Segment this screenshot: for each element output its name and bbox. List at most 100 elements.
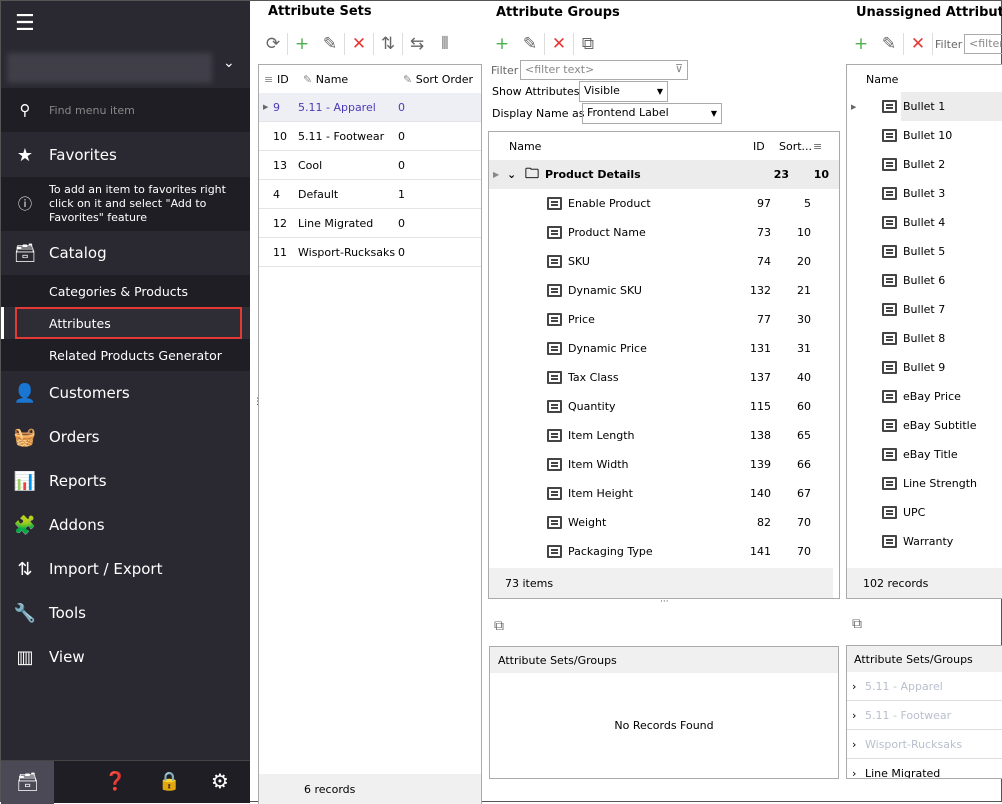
filter-input[interactable]: <filter text> ⊽: [520, 60, 688, 80]
delete-icon[interactable]: ✕: [345, 34, 373, 54]
lock-icon[interactable]: 🔒: [158, 771, 180, 792]
clear-filter-icon[interactable]: ⊽: [675, 62, 683, 75]
attribute-row[interactable]: SKU 74 20: [489, 247, 839, 276]
column-name[interactable]: Name: [489, 140, 753, 153]
attribute-row[interactable]: Bullet 7: [847, 295, 1002, 324]
attribute-row[interactable]: UPC: [847, 498, 1002, 527]
table-row[interactable]: 12 Line Migrated 0: [259, 209, 481, 238]
sort-icon[interactable]: ⇅: [374, 34, 402, 54]
filter-input[interactable]: <filter text>: [964, 34, 1002, 54]
search-input[interactable]: Find menu item: [49, 104, 135, 117]
add-icon[interactable]: +: [288, 34, 316, 54]
attribute-row[interactable]: eBay Price: [847, 382, 1002, 411]
attribute-row[interactable]: eBay Title: [847, 440, 1002, 469]
sidebar-item-favorites[interactable]: ★ Favorites: [1, 133, 250, 177]
attribute-row[interactable]: Bullet 9: [847, 353, 1002, 382]
sidebar-item-import-export[interactable]: ⇅ Import / Export: [1, 547, 250, 591]
attribute-row[interactable]: Bullet 10: [847, 121, 1002, 150]
chevron-down-icon[interactable]: ⌄: [223, 55, 235, 71]
sidebar-item-customers[interactable]: 👤 Customers: [1, 371, 250, 415]
refresh-icon[interactable]: ⟳: [259, 34, 287, 54]
attribute-row[interactable]: Bullet 5: [847, 237, 1002, 266]
delete-icon[interactable]: ✕: [545, 34, 573, 54]
attribute-row[interactable]: Product Name 73 10: [489, 218, 839, 247]
user-icon: 👤: [13, 382, 37, 404]
chevron-right-icon[interactable]: ›: [852, 767, 865, 779]
attribute-row[interactable]: Dynamic Price 131 31: [489, 334, 839, 363]
attribute-row[interactable]: Weight 82 70: [489, 508, 839, 537]
delete-icon[interactable]: ✕: [904, 34, 932, 54]
hamburger-menu-icon[interactable]: ☰: [15, 11, 35, 36]
attribute-row[interactable]: Item Height 140 67: [489, 479, 839, 508]
add-icon[interactable]: +: [847, 34, 875, 54]
add-to-group-icon[interactable]: ⧉: [494, 618, 504, 634]
sidebar-item-view[interactable]: ▥ View: [1, 635, 250, 679]
edit-icon[interactable]: ✎: [875, 34, 903, 54]
attribute-row[interactable]: Bullet 4: [847, 208, 1002, 237]
gear-icon[interactable]: ⚙: [211, 769, 229, 793]
copy-icon[interactable]: ⧉: [574, 34, 602, 54]
attribute-row[interactable]: Item Width 139 66: [489, 450, 839, 479]
add-to-group-icon[interactable]: ⧉: [852, 616, 862, 632]
table-row[interactable]: 13 Cool 0: [259, 151, 481, 180]
cell-sort-order: 0: [398, 216, 405, 230]
chevron-right-icon[interactable]: ›: [852, 680, 865, 693]
table-row[interactable]: ▶ 9 5.11 - Apparel 0: [259, 93, 481, 122]
tree-row[interactable]: › Wisport-Rucksaks: [847, 730, 1002, 759]
attribute-row[interactable]: Bullet 3: [847, 179, 1002, 208]
menu-search[interactable]: ⚲ Find menu item: [1, 88, 250, 132]
cell-sort: 40: [797, 371, 811, 384]
split-icon[interactable]: ⫴: [431, 34, 459, 54]
sidebar-item-reports[interactable]: 📊 Reports: [1, 459, 250, 503]
sidebar-item-addons[interactable]: 🧩 Addons: [1, 503, 250, 547]
table-row[interactable]: 4 Default 1: [259, 180, 481, 209]
merge-icon[interactable]: ⇆: [403, 34, 431, 54]
tree-row[interactable]: › Line Migrated: [847, 759, 1002, 779]
attribute-row[interactable]: Item Length 138 65: [489, 421, 839, 450]
add-icon[interactable]: +: [488, 34, 516, 54]
column-sort-order[interactable]: ✎ Sort Order: [403, 73, 473, 86]
table-row[interactable]: 10 5.11 - Footwear 0: [259, 122, 481, 151]
attribute-row[interactable]: Tax Class 137 40: [489, 363, 839, 392]
attribute-row[interactable]: Quantity 115 60: [489, 392, 839, 421]
attribute-row[interactable]: Enable Product 97 5: [489, 189, 839, 218]
cell-sort: 20: [797, 255, 811, 268]
attribute-row[interactable]: Warranty: [847, 527, 1002, 556]
column-sort[interactable]: Sort...: [779, 140, 813, 153]
attribute-row[interactable]: Line Strength: [847, 469, 1002, 498]
edit-icon[interactable]: ✎: [516, 34, 544, 54]
splitter-handle[interactable]: ···: [660, 597, 669, 607]
tree-row[interactable]: › 5.11 - Footwear: [847, 701, 1002, 730]
attribute-row[interactable]: ▶ Bullet 1: [847, 92, 1002, 121]
column-id[interactable]: ID: [277, 73, 303, 86]
table-row[interactable]: 11 Wisport-Rucksaks 0: [259, 238, 481, 267]
attribute-row[interactable]: Bullet 2: [847, 150, 1002, 179]
chevron-down-icon[interactable]: ⌄: [507, 168, 525, 181]
attribute-row[interactable]: Bullet 8: [847, 324, 1002, 353]
sidebar-item-catalog[interactable]: 🗃 Catalog: [1, 231, 250, 275]
edit-icon[interactable]: ✎: [316, 34, 344, 54]
help-icon[interactable]: ❓: [104, 771, 126, 792]
attribute-row[interactable]: Bullet 6: [847, 266, 1002, 295]
attribute-row[interactable]: Packaging Type 141 70: [489, 537, 839, 566]
tree-row[interactable]: › 5.11 - Apparel: [847, 672, 1002, 701]
sidebar-item-tools[interactable]: 🔧 Tools: [1, 591, 250, 635]
catalog-icon[interactable]: 🗃: [1, 761, 54, 804]
sidebar-item-categories-products[interactable]: Categories & Products: [1, 275, 250, 307]
column-name[interactable]: Name: [847, 65, 1002, 93]
cell-name: Weight: [568, 516, 607, 529]
display-name-select[interactable]: Frontend Label ▼: [582, 103, 722, 124]
column-id[interactable]: ID: [753, 140, 779, 153]
label: Sort Order: [415, 72, 474, 86]
show-attributes-select[interactable]: Visible ▼: [579, 81, 668, 102]
sidebar-item-related-products[interactable]: Related Products Generator: [1, 339, 250, 371]
chevron-right-icon[interactable]: ›: [852, 738, 865, 751]
sidebar-item-orders[interactable]: 🧺 Orders: [1, 415, 250, 459]
attribute-row[interactable]: Price 77 30: [489, 305, 839, 334]
column-name[interactable]: ✎ Name: [303, 73, 403, 86]
attribute-icon: [882, 535, 897, 548]
group-row[interactable]: ▶ ⌄ 🗀 Product Details 23 10: [489, 160, 839, 189]
attribute-row[interactable]: Dynamic SKU 132 21: [489, 276, 839, 305]
chevron-right-icon[interactable]: ›: [852, 709, 865, 722]
attribute-row[interactable]: eBay Subtitle: [847, 411, 1002, 440]
